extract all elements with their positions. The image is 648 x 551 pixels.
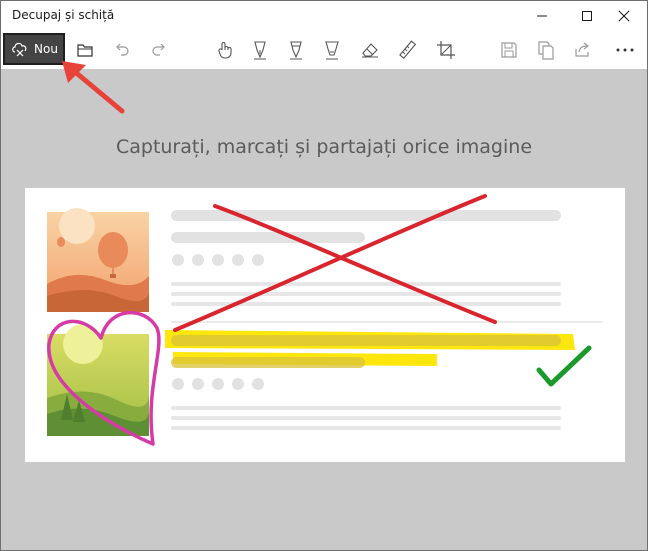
empty-canvas: Capturați, marcați și partajați orice im…: [1, 69, 647, 550]
open-folder-icon: [77, 44, 93, 57]
new-snip-label: Nou: [34, 42, 58, 56]
more-icon: [616, 48, 634, 52]
copy-icon: [538, 41, 554, 60]
redo-icon: [152, 43, 165, 56]
undo-icon: [116, 43, 129, 56]
touch-writing-icon: [218, 42, 232, 59]
ballpoint-pen-icon: [254, 41, 266, 60]
minimize-icon: [537, 15, 547, 17]
ruler-icon: [399, 40, 417, 59]
crop-icon: [437, 41, 455, 59]
redo-button[interactable]: [142, 31, 176, 69]
new-snip-icon: [12, 42, 27, 57]
pencil-icon: [290, 41, 302, 60]
maximize-icon: [582, 11, 592, 21]
save-icon: [501, 42, 517, 58]
copy-button[interactable]: [529, 31, 563, 69]
title-bar: Decupaj și schiță: [1, 1, 647, 31]
eraser-button[interactable]: [353, 31, 387, 69]
share-button[interactable]: [566, 31, 600, 69]
ruler-button[interactable]: [391, 31, 425, 69]
touch-writing-button[interactable]: [208, 31, 242, 69]
welcome-heading: Capturați, marcați și partajați orice im…: [115, 136, 533, 158]
close-button[interactable]: [601, 1, 647, 31]
save-button[interactable]: [492, 31, 526, 69]
close-icon: [618, 10, 630, 22]
highlighter-button[interactable]: [315, 31, 349, 69]
annotation-arrow: [62, 61, 125, 114]
minimize-button[interactable]: [519, 1, 565, 31]
highlighter-icon: [325, 41, 339, 60]
snip-sketch-window: Decupaj și schiță Nou Capturați, marcați…: [0, 0, 648, 551]
ballpoint-pen-button[interactable]: [243, 31, 277, 69]
sunset-thumbnail: [47, 208, 149, 312]
window-title: Decupaj și schiță: [12, 8, 115, 22]
more-button[interactable]: [608, 31, 642, 69]
welcome-illustration: [25, 188, 625, 462]
crop-button[interactable]: [429, 31, 463, 69]
pencil-button[interactable]: [279, 31, 313, 69]
share-icon: [575, 42, 589, 57]
eraser-icon: [362, 43, 378, 58]
